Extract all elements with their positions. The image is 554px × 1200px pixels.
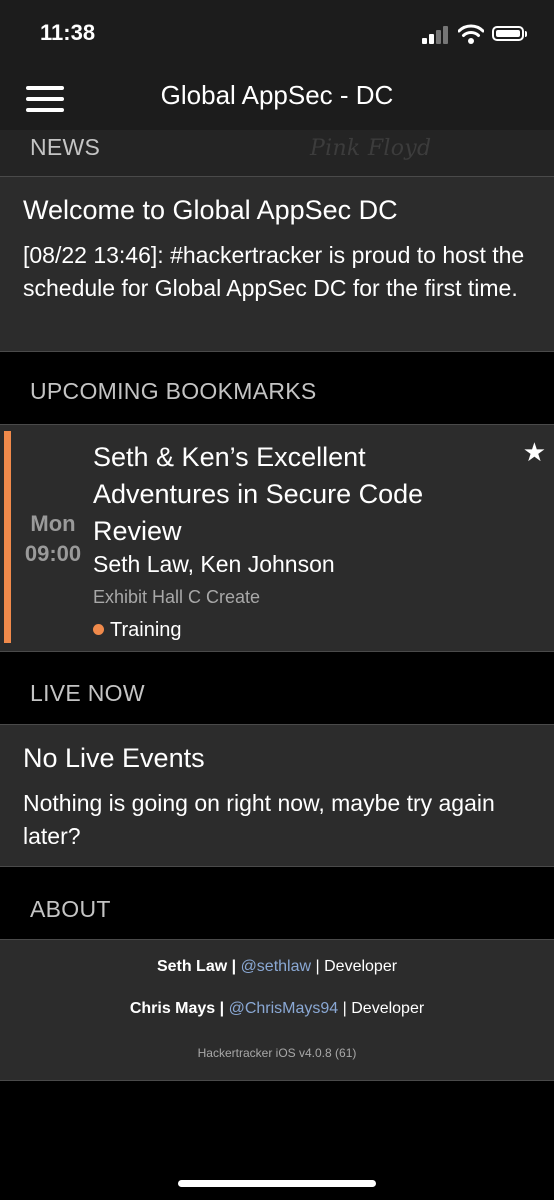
developer-credit: Chris Mays | @ChrisMays94 | Developer — [0, 1000, 554, 1018]
news-title: Welcome to Global AppSec DC — [23, 195, 398, 225]
news-section-header: Pink Floyd NEWS — [0, 130, 554, 176]
live-card: No Live Events Nothing is going on right… — [0, 724, 554, 867]
event-type: Training — [93, 619, 182, 642]
battery-icon — [492, 26, 527, 41]
app-version: Hackertracker iOS v4.0.8 (61) — [197, 1046, 357, 1060]
bookmarks-header-label: UPCOMING BOOKMARKS — [30, 378, 317, 404]
developer-name: Seth Law — [156, 958, 228, 975]
bookmark-event-card[interactable]: Mon 09:00 Seth & Ken’s Excellent Adventu… — [0, 424, 554, 652]
about-header-label: ABOUT — [30, 896, 111, 922]
credit-separator: | — [342, 1000, 347, 1017]
developer-credit: Seth Law | @sethlaw | Developer — [0, 958, 554, 976]
credit-separator: | — [315, 958, 320, 975]
home-indicator[interactable] — [178, 1180, 376, 1187]
navigation-bar: Global AppSec - DC — [0, 70, 554, 130]
event-type-accent-bar — [4, 431, 11, 643]
signal-icon — [422, 24, 452, 44]
credit-separator: | — [219, 1000, 225, 1017]
developer-handle-link[interactable]: @sethlaw — [241, 958, 312, 975]
event-time: 09:00 — [24, 541, 82, 566]
status-time: 11:38 — [40, 20, 96, 45]
event-day: Mon — [30, 511, 76, 536]
status-bar: 11:38 — [0, 0, 554, 70]
live-header-label: LIVE NOW — [30, 680, 145, 706]
news-header-label: NEWS — [30, 134, 101, 160]
event-location: Exhibit Hall C Create — [93, 587, 261, 607]
developer-role: Developer — [324, 958, 398, 975]
event-title: Seth & Ken’s Excellent Adventures in Sec… — [93, 442, 424, 546]
developer-role: Developer — [351, 1000, 425, 1017]
page-title: Global AppSec - DC — [160, 80, 394, 110]
wifi-icon — [458, 24, 484, 44]
developer-name: Chris Mays — [129, 1000, 216, 1017]
event-type-label: Training — [110, 619, 182, 641]
event-type-dot-icon — [93, 624, 104, 635]
star-icon[interactable]: ★ — [523, 437, 546, 468]
about-card: Seth Law | @sethlaw | Developer Chris Ma… — [0, 939, 554, 1081]
news-card[interactable]: Welcome to Global AppSec DC [08/22 13:46… — [0, 176, 554, 352]
status-icons — [422, 24, 532, 44]
live-body: Nothing is going on right now, maybe try… — [23, 790, 495, 849]
news-body: [08/22 13:46]: #hackertracker is proud t… — [23, 242, 525, 301]
live-title: No Live Events — [23, 743, 205, 773]
developer-handle-link[interactable]: @ChrisMays94 — [229, 1000, 339, 1017]
header-background-image: Pink Floyd — [310, 136, 432, 161]
credit-separator: | — [231, 958, 237, 975]
event-speakers: Seth Law, Ken Johnson — [93, 551, 335, 577]
